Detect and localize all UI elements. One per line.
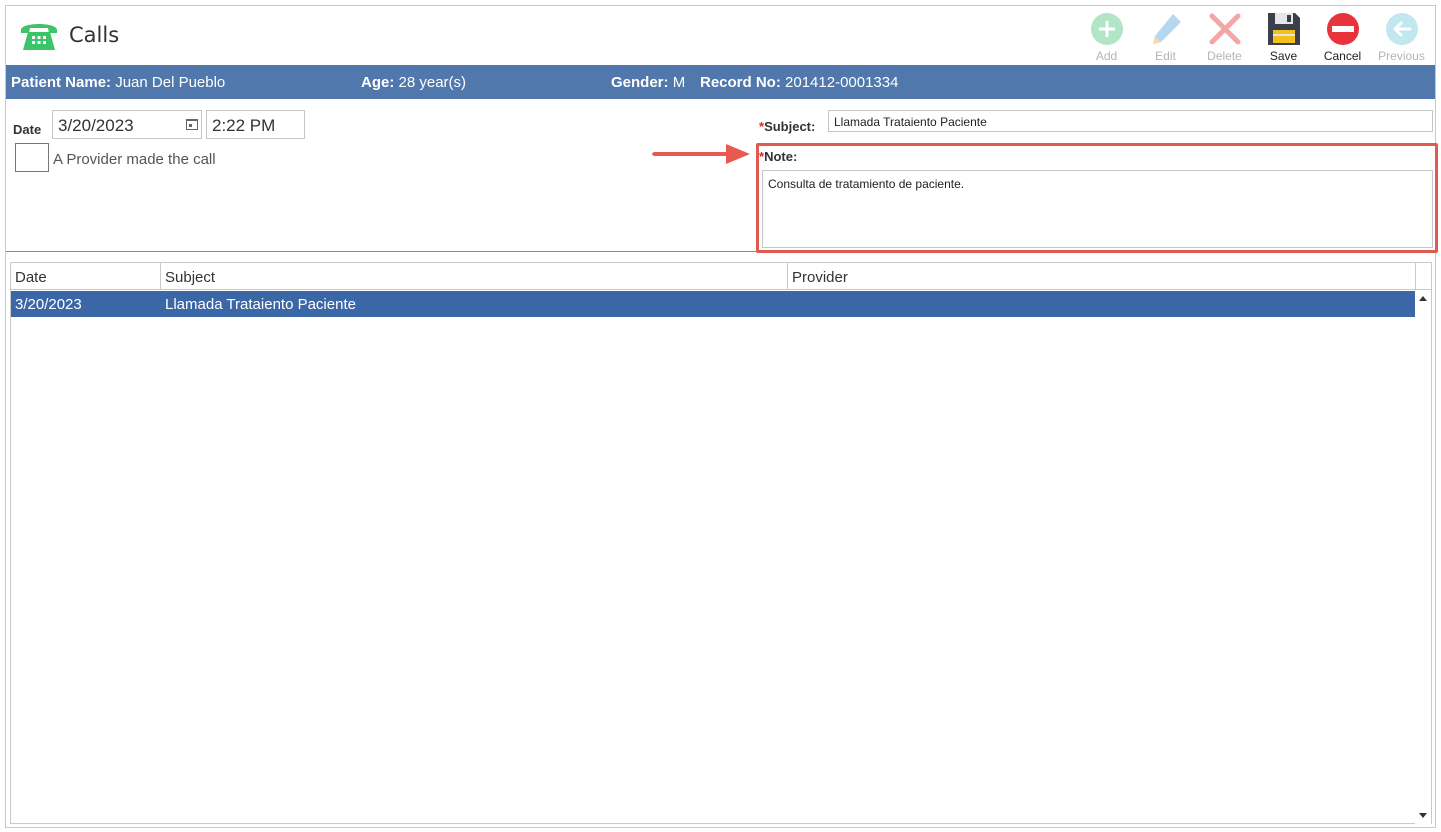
patient-name: Patient Name: Juan Del Pueblo <box>11 74 225 91</box>
grid-header: Date Subject Provider <box>11 263 1416 290</box>
patient-record-label: Record No: <box>700 74 781 91</box>
calendar-icon[interactable] <box>186 119 198 130</box>
edit-button[interactable]: Edit <box>1136 8 1195 64</box>
patient-gender: Gender: M <box>611 74 685 91</box>
subject-label-text: Subject: <box>764 119 816 134</box>
arrow-right-icon <box>652 144 750 164</box>
vertical-scrollbar[interactable] <box>1415 290 1431 824</box>
page-title: Calls <box>69 23 120 47</box>
patient-record-value: 201412-0001334 <box>785 74 899 91</box>
note-highlight-box <box>756 143 1438 253</box>
cell-date: 3/20/2023 <box>15 296 82 313</box>
provider-checkbox-label: A Provider made the call <box>53 151 216 168</box>
phone-icon <box>21 24 57 50</box>
no-entry-icon <box>1326 13 1359 45</box>
previous-label: Previous <box>1378 49 1425 63</box>
arrow-left-circle-icon <box>1385 13 1418 45</box>
column-header-subject[interactable]: Subject <box>161 263 788 290</box>
calls-grid: Date Subject Provider 3/20/2023 Llamada … <box>10 262 1432 824</box>
floppy-disk-icon <box>1267 13 1300 45</box>
scroll-up-icon[interactable] <box>1419 296 1427 301</box>
edit-label: Edit <box>1155 49 1176 63</box>
column-header-date[interactable]: Date <box>11 263 161 290</box>
patient-gender-label: Gender: <box>611 74 669 91</box>
date-label: Date <box>13 122 42 137</box>
patient-record: Record No: 201412-0001334 <box>700 74 898 91</box>
patient-name-value: Juan Del Pueblo <box>115 74 226 91</box>
add-button[interactable]: Add <box>1077 8 1136 64</box>
time-value: 2:22 PM <box>212 116 276 135</box>
provider-checkbox[interactable] <box>15 143 49 172</box>
subject-input[interactable]: Llamada Trataiento Paciente <box>828 110 1433 132</box>
date-picker[interactable]: 3/20/2023 <box>52 110 202 139</box>
delete-button[interactable]: Delete <box>1195 8 1254 64</box>
calls-window: Calls Add Edit Delete Save Cancel Previo… <box>5 5 1438 828</box>
call-form: Date 3/20/2023 2:22 PM A Provider made t… <box>6 99 1438 253</box>
cancel-label: Cancel <box>1323 49 1362 63</box>
patient-age-label: Age: <box>361 74 395 91</box>
add-label: Add <box>1095 49 1118 63</box>
save-button[interactable]: Save <box>1254 8 1313 64</box>
x-icon <box>1209 13 1240 45</box>
patient-age-value: 28 year(s) <box>398 74 467 91</box>
scroll-down-icon[interactable] <box>1419 813 1427 818</box>
table-row[interactable]: 3/20/2023 Llamada Trataiento Paciente <box>11 291 1416 317</box>
cell-subject: Llamada Trataiento Paciente <box>165 296 356 313</box>
subject-label: *Subject: <box>759 119 815 134</box>
save-label: Save <box>1269 49 1298 63</box>
previous-button[interactable]: Previous <box>1372 8 1431 64</box>
header: Calls Add Edit Delete Save Cancel Previo… <box>6 6 1435 65</box>
patient-age: Age: 28 year(s) <box>361 74 466 91</box>
column-header-provider[interactable]: Provider <box>788 263 1416 290</box>
patient-gender-value: M <box>672 74 686 91</box>
delete-label: Delete <box>1207 49 1242 63</box>
subject-value: Llamada Trataiento Paciente <box>834 115 987 129</box>
toolbar: Add Edit Delete Save Cancel Previous <box>1077 8 1431 64</box>
date-value: 3/20/2023 <box>58 116 134 135</box>
patient-info-bar: Patient Name: Juan Del Pueblo Age: 28 ye… <box>6 65 1435 99</box>
pencil-icon <box>1152 14 1181 44</box>
grid-corner <box>1415 263 1431 290</box>
plus-circle-icon <box>1090 13 1123 45</box>
patient-name-label: Patient Name: <box>11 74 112 91</box>
cancel-button[interactable]: Cancel <box>1313 8 1372 64</box>
time-field[interactable]: 2:22 PM <box>206 110 305 139</box>
